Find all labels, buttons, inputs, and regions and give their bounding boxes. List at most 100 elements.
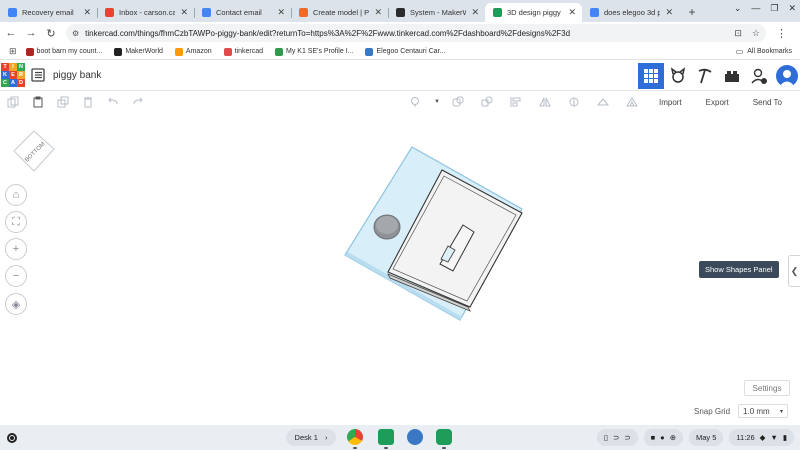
browser-tab[interactable]: does elegoo 3d printe ✕ [582, 3, 679, 22]
close-window-icon[interactable]: ✕ [788, 3, 796, 14]
browser-tab[interactable]: Recovery email ✕ [0, 3, 97, 22]
install-app-icon[interactable]: ⊡ [734, 28, 742, 39]
sim-lab-button[interactable] [665, 63, 691, 89]
bookmark-item[interactable]: MakerWorld [114, 47, 163, 56]
sheets-icon[interactable] [378, 429, 394, 449]
minimize-icon[interactable]: — [751, 3, 760, 14]
new-tab-button[interactable]: + [683, 3, 701, 21]
copy-button[interactable] [0, 91, 25, 113]
cruise-button[interactable] [562, 91, 587, 113]
workplane-button[interactable] [591, 91, 616, 113]
home-view-button[interactable]: ⌂ [5, 184, 27, 206]
align-button[interactable] [504, 91, 529, 113]
browser-menu-icon[interactable]: ⋮ [776, 27, 787, 40]
tinkercad-logo[interactable]: T I N K E R C A D [1, 63, 25, 87]
bookmark-item[interactable]: Amazon [174, 47, 212, 56]
browser-tab[interactable]: Inbox - carson.cash ✕ [97, 3, 194, 22]
notification-icon: ◆ [759, 433, 766, 442]
editor-toolbar: ▼ Import Export Send To [0, 91, 800, 113]
design-canvas[interactable]: BOTTOM ⌂ ⛶ + − ◈ Show Shapes Panel ❮ Set… [0, 114, 800, 425]
dropdown-icon[interactable]: ▼ [432, 91, 442, 113]
close-tab-icon[interactable]: ✕ [83, 7, 91, 18]
show-shapes-panel-button[interactable]: ❮ [788, 255, 800, 287]
chrome-icon[interactable] [347, 429, 363, 449]
logo-cell: R [17, 71, 25, 79]
bookmark-item[interactable]: tinkercad [223, 47, 263, 56]
tab-search-icon[interactable]: ⌄ [734, 3, 742, 14]
desk-switcher[interactable]: Desk 1 › [286, 429, 336, 446]
status-area[interactable]: 11:26 ◆ ▼ ▮ [729, 429, 794, 446]
perspective-button[interactable]: ◈ [5, 293, 27, 315]
messages-icon[interactable] [407, 429, 423, 445]
date-pill[interactable]: May 5 [688, 429, 724, 446]
delete-button[interactable] [75, 91, 100, 113]
browser-tab[interactable]: System - MakerWorld ✕ [388, 3, 485, 22]
bookmark-favicon-icon [25, 47, 34, 56]
browser-tab[interactable]: Create model | Printa ✕ [291, 3, 388, 22]
duplicate-button[interactable] [50, 91, 75, 113]
browser-tab[interactable]: Contact email ✕ [194, 3, 291, 22]
close-tab-icon[interactable]: ✕ [665, 7, 673, 18]
copy-icon [7, 96, 18, 108]
bookmark-item[interactable]: My K1 SE's Profile I... [275, 47, 353, 56]
browser-tab-active[interactable]: 3D design piggy bank ✕ [485, 3, 582, 22]
tab-title: Create model | Printa [313, 8, 370, 17]
mirror-icon [539, 97, 552, 107]
fit-view-button[interactable]: ⛶ [5, 211, 27, 233]
workplane-scene[interactable] [330, 139, 540, 329]
bookmark-star-icon[interactable]: ☆ [752, 28, 760, 39]
close-tab-icon[interactable]: ✕ [374, 7, 382, 18]
back-icon[interactable]: ← [2, 24, 20, 42]
3d-view-button[interactable] [638, 62, 664, 89]
close-tab-icon[interactable]: ✕ [471, 7, 479, 18]
all-bookmarks-label: All Bookmarks [747, 48, 792, 55]
tinkercad-header: T I N K E R C A D piggy bank [0, 60, 800, 91]
light-bulb-button[interactable] [403, 91, 428, 113]
blocks-button[interactable] [692, 63, 718, 89]
paste-button[interactable] [25, 91, 50, 113]
elegoo-icon [365, 47, 374, 56]
zoom-in-button[interactable]: + [5, 238, 27, 260]
tote-area[interactable]: ▯ ⊃ ⊃ [596, 429, 638, 446]
bookmark-item[interactable]: boot barn my count... [25, 47, 102, 56]
launcher-icon[interactable] [7, 432, 17, 443]
settings-button[interactable]: Settings [744, 380, 790, 396]
redo-button[interactable] [125, 91, 150, 113]
site-info-icon[interactable]: ⚙ [72, 29, 79, 38]
viewcube[interactable]: BOTTOM [12, 129, 56, 173]
system-tray: ▯ ⊃ ⊃ ■ ● ⊕ May 5 11:26 ◆ ▼ ▮ [596, 429, 794, 446]
all-bookmarks-button[interactable]: ▭ All Bookmarks [736, 47, 792, 56]
reload-icon[interactable]: ↻ [42, 24, 60, 42]
project-title[interactable]: piggy bank [53, 70, 101, 81]
close-tab-icon[interactable]: ✕ [568, 7, 576, 18]
cylinder-highlight [376, 216, 398, 234]
export-button[interactable]: Export [696, 98, 739, 107]
send-to-button[interactable]: Send To [743, 98, 792, 107]
forward-icon[interactable]: → [22, 24, 40, 42]
bookmark-item[interactable]: Elegoo Centauri Car... [365, 47, 445, 56]
bricks-button[interactable] [719, 63, 745, 89]
group-button[interactable] [446, 91, 471, 113]
ungroup-button[interactable] [475, 91, 500, 113]
address-bar[interactable]: ⚙ tinkercad.com/things/fhmCzbTAWPo-piggy… [66, 24, 766, 42]
restore-icon[interactable]: ❐ [770, 3, 778, 14]
tinkercad-app-icon[interactable] [436, 429, 452, 449]
snap-grid-select[interactable]: 1.0 mm ▾ [738, 404, 789, 418]
design-list-icon[interactable] [31, 68, 45, 82]
ruler-button[interactable] [620, 91, 645, 113]
window-controls: ⌄ — ❐ ✕ [734, 3, 796, 14]
date-text: May 5 [695, 433, 717, 442]
close-tab-icon[interactable]: ✕ [180, 7, 188, 18]
import-button[interactable]: Import [649, 98, 692, 107]
gmail-favicon-icon [105, 8, 114, 17]
apps-grid-icon[interactable]: ⊞ [9, 46, 17, 57]
avatar[interactable] [776, 64, 798, 87]
undo-button[interactable] [100, 91, 125, 113]
close-tab-icon[interactable]: ✕ [277, 7, 285, 18]
media-controls[interactable]: ■ ● ⊕ [643, 429, 683, 446]
zoom-out-button[interactable]: − [5, 265, 27, 287]
invite-button[interactable] [746, 63, 772, 89]
chevron-right-icon: › [324, 433, 328, 442]
bookmark-label: Amazon [185, 48, 212, 55]
mirror-button[interactable] [533, 91, 558, 113]
